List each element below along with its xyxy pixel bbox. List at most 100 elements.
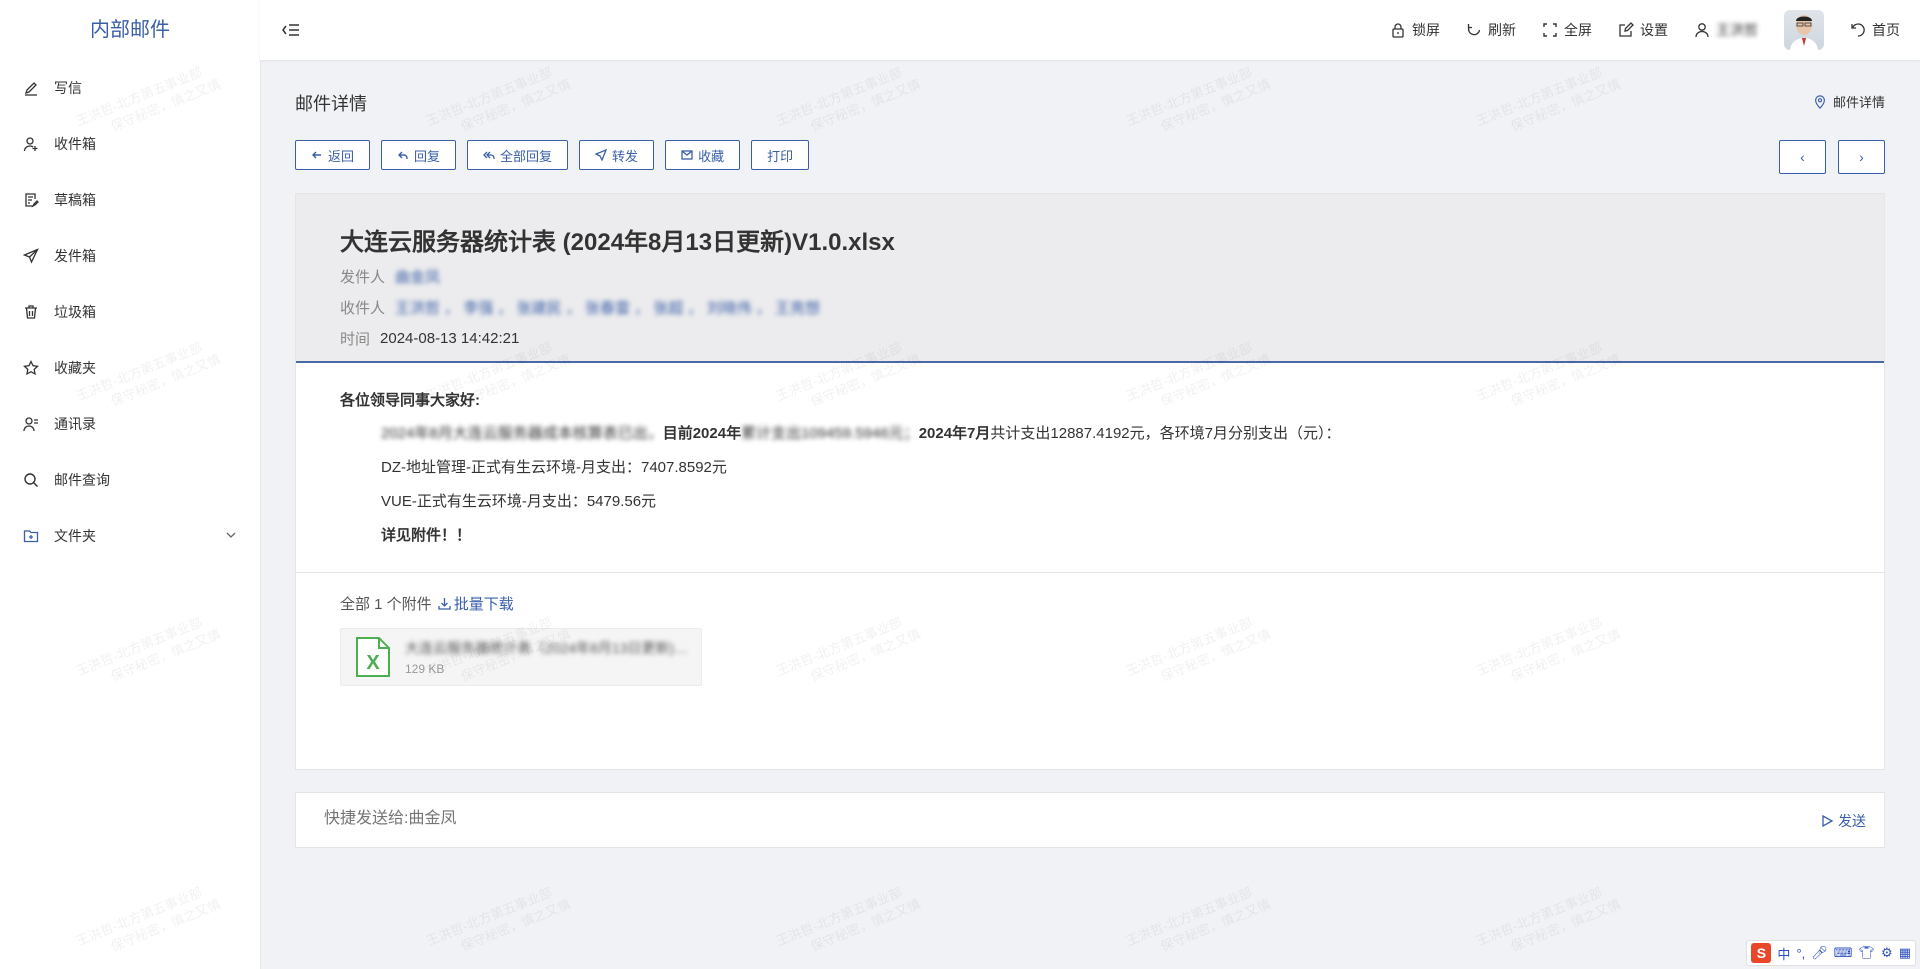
reply-all-button[interactable]: 全部回复 [467,140,569,170]
sidebar-item-label: 通讯录 [54,416,96,432]
user-icon [1695,23,1709,38]
arrow-left-icon [312,151,321,159]
mail-star-icon [681,150,693,160]
main-content: 邮件详情 邮件详情 返回 回复 全部回复 转发 收藏 打印 ‹ › 大连云服务器… [260,60,1920,969]
previous-email-button[interactable]: ‹ [1779,140,1826,174]
next-email-button[interactable]: › [1838,140,1885,174]
print-label: 打印 [767,148,794,164]
lock-screen-button[interactable]: 锁屏 [1390,20,1440,40]
breadcrumb[interactable]: 邮件详情 [1813,92,1885,111]
attachment-file[interactable]: X 大连云服务器统计表（2024年8月13日更新)V1.0.xlsx 129 K… [340,628,702,686]
ime-toolbar[interactable]: S 中 °, 🎤︎ ⌨︎ 👕︎ ⚙︎ ▦ [1746,940,1916,966]
sender-name[interactable]: 曲金凤 [395,266,440,287]
email-navigation: ‹ › [1779,140,1885,174]
time-row: 时间 2024-08-13 14:42:21 [340,328,519,349]
sidebar-item-inbox[interactable]: 收件箱 [0,116,260,172]
grid-menu-icon[interactable]: ▦ [1899,945,1911,961]
sidebar-item-compose[interactable]: 写信 [0,60,260,116]
favorite-button[interactable]: 收藏 [665,140,741,170]
email-paragraph-dz: DZ-地址管理-正式有生云环境-月支出：7407.8592元 [381,459,727,476]
keyboard-icon[interactable]: ⌨︎ [1834,945,1853,961]
collapse-menu-icon[interactable] [280,19,302,41]
attachments-header: 全部 1 个附件 批量下载 [340,593,1840,614]
app-title: 内部邮件 [90,19,170,41]
avatar[interactable] [1784,10,1824,50]
refresh-icon [1467,24,1481,36]
summary-text-d: 2024年7月 [918,425,991,442]
email-paragraph-attachment-note: 详见附件！！ [381,527,472,544]
sidebar-item-folders[interactable]: 文件夹 [0,508,260,564]
sidebar-item-label: 草稿箱 [54,192,96,208]
email-subject: 大连云服务器统计表 (2024年8月13日更新)V1.0.xlsx [340,229,895,256]
topbar: 锁屏 刷新 全屏 设置 王洪哲 首页 [260,0,1920,60]
summary-text-a: 2024年8月大连云服务器成本核算表已出， [381,425,663,442]
sidebar-item-label: 收藏夹 [54,360,96,376]
skin-icon[interactable]: 👕︎ [1859,945,1876,961]
sender-row: 发件人 曲金凤 [340,266,440,287]
refresh-button[interactable]: 刷新 [1466,20,1516,40]
sidebar-item-search[interactable]: 邮件查询 [0,452,260,508]
summary-text-b: 目前2024年 [662,425,742,442]
sidebar-item-label: 收件箱 [54,136,96,152]
user-plus-icon [22,135,40,153]
sidebar-item-label: 垃圾箱 [54,304,96,320]
ime-language[interactable]: 中 [1777,944,1790,963]
attachments-section: 全部 1 个附件 批量下载 X 大连云服务器统计表（2024年8月13日更新)V… [296,573,1884,706]
send-button[interactable]: 发送 [1820,811,1866,831]
attachment-name: 大连云服务器统计表（2024年8月13日更新)V1.0.xlsx [405,640,695,656]
tools-icon[interactable]: ⚙︎ [1881,945,1893,961]
ime-punctuation-icon[interactable]: °, [1796,946,1805,961]
excel-file-icon: X [356,637,390,677]
reply-all-label: 全部回复 [500,148,553,164]
sidebar-item-outbox[interactable]: 发件箱 [0,228,260,284]
sidebar-item-drafts[interactable]: 草稿箱 [0,172,260,228]
sidebar-menu: 写信 收件箱 草稿箱 发件箱 垃圾箱 收藏夹 通讯录 邮件查询 文件夹 [0,60,260,564]
folder-icon [22,527,40,545]
favorite-label: 收藏 [698,148,725,164]
sidebar-item-label: 文件夹 [54,528,96,544]
star-icon [22,359,40,377]
pen-icon [22,79,40,97]
sidebar-item-label: 邮件查询 [54,472,110,488]
location-pin-icon [1815,94,1825,109]
quick-send-input[interactable] [322,809,1626,829]
summary-text-e: 共计支出12887.4192元，各环境7月分别支出（元）： [990,425,1341,442]
print-button[interactable]: 打印 [751,140,810,170]
lock-icon [1392,23,1404,38]
chevron-down-icon[interactable] [224,528,238,542]
back-button[interactable]: 返回 [295,140,371,170]
attachment-info: 大连云服务器统计表（2024年8月13日更新)V1.0.xlsx 129 KB [405,638,695,676]
batch-download-link[interactable]: 批量下载 [438,593,514,614]
contacts-icon [22,415,40,433]
user-menu[interactable]: 王洪哲 [1694,20,1758,40]
forward-button[interactable]: 转发 [579,140,655,170]
sidebar-item-favorites[interactable]: 收藏夹 [0,340,260,396]
microphone-icon[interactable]: 🎤︎ [1811,945,1828,961]
email-greeting: 各位领导同事大家好: [340,392,480,409]
quick-send-bar: 发送 [295,792,1885,848]
home-label: 首页 [1872,22,1900,38]
breadcrumb-label: 邮件详情 [1832,95,1885,110]
email-body: 各位领导同事大家好: 2024年8月大连云服务器成本核算表已出，目前2024年累… [296,363,1884,573]
avatar-portrait-icon [1790,15,1818,50]
sidebar-item-contacts[interactable]: 通讯录 [0,396,260,452]
recipients-list[interactable]: 王洪哲 ， 李强 ， 张建民 ， 张春雷 ， 张超 ， 刘晓伟 ， 王亮想 [395,297,820,318]
reply-button[interactable]: 回复 [381,140,457,170]
email-paragraph-vue: VUE-正式有生云环境-月支出：5479.56元 [381,493,657,510]
fullscreen-button[interactable]: 全屏 [1542,20,1592,40]
sidebar-item-label: 写信 [54,80,82,96]
email-header: 大连云服务器统计表 (2024年8月13日更新)V1.0.xlsx 发件人 曲金… [296,194,1884,363]
reply-all-icon [483,151,495,159]
page-title: 邮件详情 [295,94,367,114]
trash-icon [22,303,40,321]
undo-home-icon [1851,23,1865,37]
fullscreen-icon [1543,23,1557,37]
sidebar-item-trash[interactable]: 垃圾箱 [0,284,260,340]
fullscreen-label: 全屏 [1564,22,1592,38]
settings-button[interactable]: 设置 [1618,20,1668,40]
home-button[interactable]: 首页 [1850,20,1900,40]
time-label: 时间 [340,331,371,348]
email-toolbar: 返回 回复 全部回复 转发 收藏 打印 [295,140,810,170]
batch-download-label: 批量下载 [453,596,514,613]
send-icon [22,247,40,265]
